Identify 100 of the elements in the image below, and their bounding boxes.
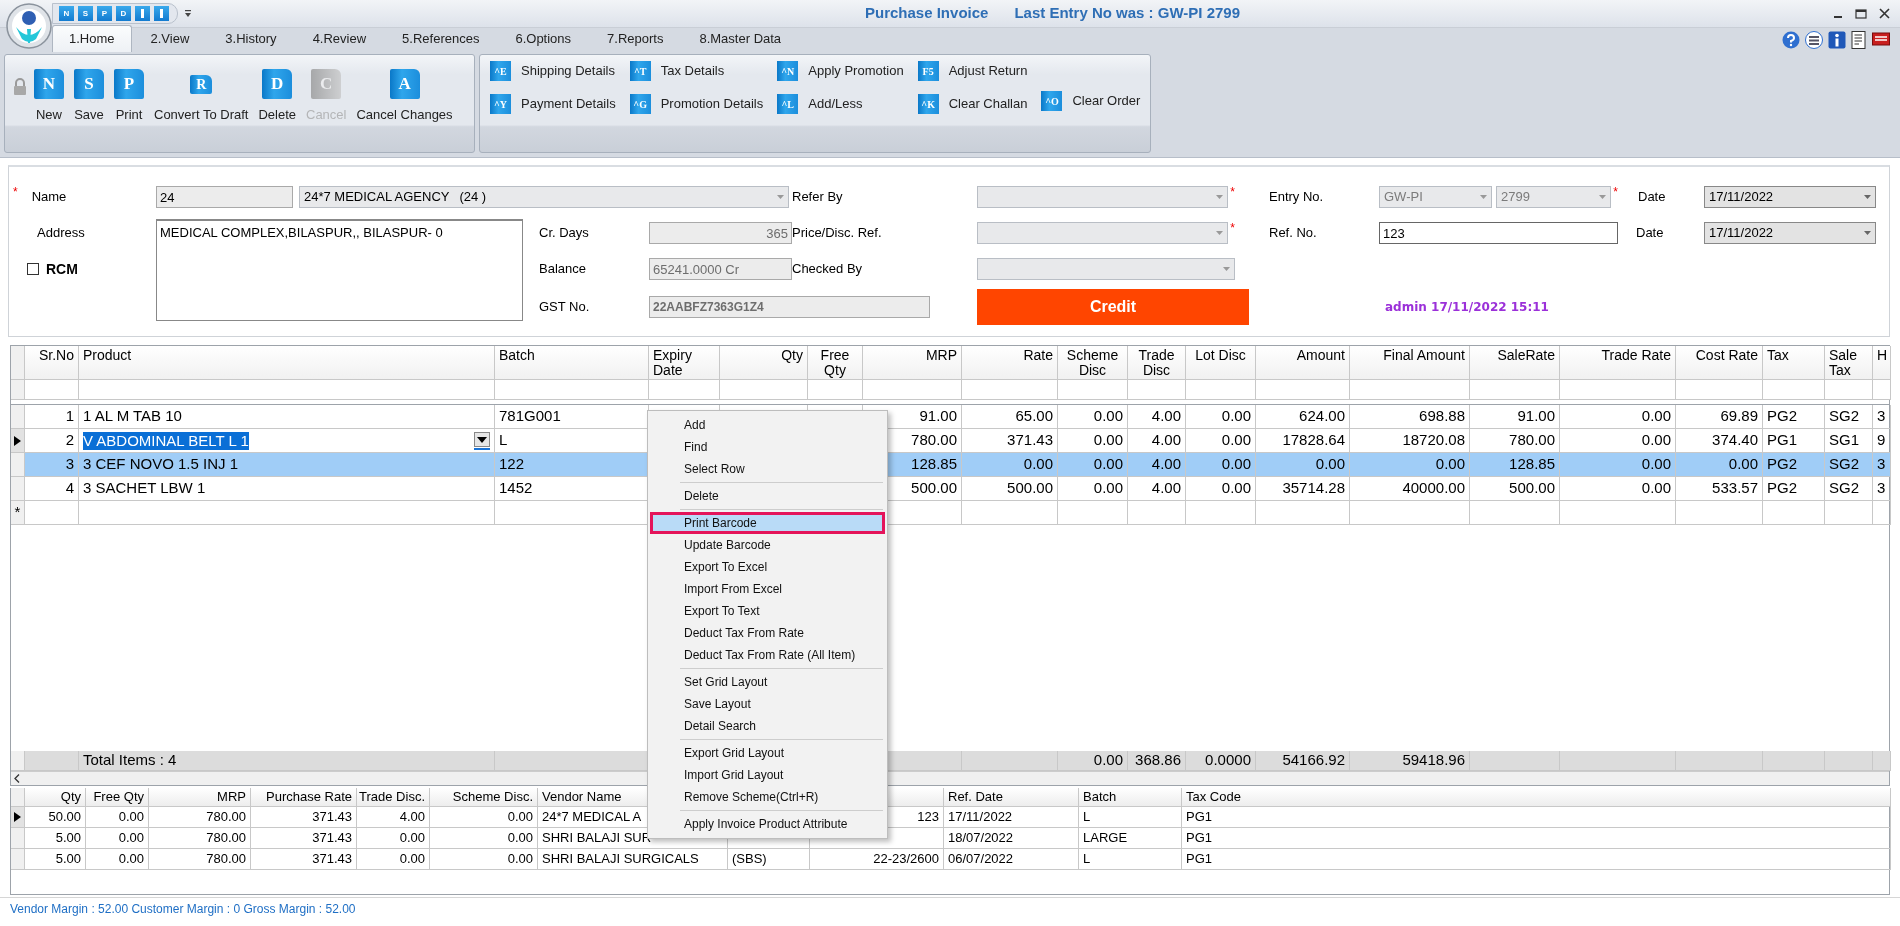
maximize-icon[interactable]: [1855, 8, 1867, 19]
name-combo[interactable]: 24*7 MEDICAL AGENCY (24 ): [299, 186, 789, 208]
gst-number-field[interactable]: 22AABFZ7363G1Z4: [649, 296, 930, 318]
info-icon[interactable]: [1828, 31, 1846, 49]
menu-item[interactable]: Export To Text: [650, 600, 885, 622]
menu-item[interactable]: Set Grid Layout: [650, 671, 885, 693]
close-icon[interactable]: [1879, 8, 1890, 19]
lock-icon[interactable]: [13, 78, 27, 95]
address-field[interactable]: MEDICAL COMPLEX,BILASPUR,, BILASPUR- 0: [156, 219, 523, 321]
ribbon-button[interactable]: S Save: [69, 69, 109, 125]
ref-number-field[interactable]: 123: [1379, 222, 1618, 244]
column-header[interactable]: Qty: [720, 346, 808, 380]
column-header[interactable]: Rate: [962, 346, 1058, 380]
column-header[interactable]: Sr.No: [25, 346, 79, 380]
ribbon-button[interactable]: P Print: [109, 69, 149, 125]
ribbon-button[interactable]: N New: [29, 69, 69, 125]
credit-days-field[interactable]: 365: [649, 222, 792, 244]
column-header[interactable]: Trade Rate: [1560, 346, 1676, 380]
menu-item[interactable]: Import Grid Layout: [650, 764, 885, 786]
column-header[interactable]: Trade Disc: [1128, 346, 1186, 380]
ribbon-button[interactable]: ^O Clear Order: [1041, 91, 1141, 111]
ribbon-tab[interactable]: 5.References: [385, 24, 497, 52]
refer-by-combo[interactable]: [977, 186, 1229, 208]
ribbon-tab[interactable]: 6.Options: [498, 24, 589, 52]
date-picker[interactable]: 17/11/2022: [1704, 186, 1876, 208]
current-row-icon: [14, 812, 21, 822]
menu-item[interactable]: Update Barcode: [650, 534, 885, 556]
row-header[interactable]: [11, 429, 25, 453]
column-header[interactable]: SaleRate: [1470, 346, 1560, 380]
quick-access-button[interactable]: [154, 6, 169, 21]
ribbon-tab[interactable]: 1.Home: [52, 24, 132, 52]
ribbon-button[interactable]: ^G Promotion Details: [629, 94, 764, 114]
menu-item[interactable]: Deduct Tax From Rate: [650, 622, 885, 644]
ribbon-button[interactable]: ^T Tax Details: [629, 61, 764, 81]
column-header[interactable]: Batch: [1079, 788, 1182, 807]
table-cell: PG2: [1763, 453, 1825, 477]
column-header[interactable]: Trade Disc.: [357, 788, 430, 807]
ribbon-tab[interactable]: 3.History: [208, 24, 294, 52]
menu-item[interactable]: Save Layout: [650, 693, 885, 715]
ribbon-button[interactable]: ^E Shipping Details: [490, 61, 616, 81]
menu-item[interactable]: Import From Excel: [650, 578, 885, 600]
menu-item[interactable]: Export To Excel: [650, 556, 885, 578]
code-field[interactable]: 24: [156, 186, 293, 208]
column-header[interactable]: Scheme Disc.: [430, 788, 538, 807]
menu-item[interactable]: Export Grid Layout: [650, 742, 885, 764]
table-cell: 1: [25, 405, 79, 429]
row-header[interactable]: [11, 807, 25, 828]
help-icon[interactable]: [1782, 31, 1800, 49]
ribbon-tab[interactable]: 7.Reports: [590, 24, 681, 52]
column-header[interactable]: Sale Tax: [1825, 346, 1873, 380]
column-header[interactable]: H: [1873, 346, 1891, 380]
ribbon-tab[interactable]: 8.Master Data: [682, 24, 799, 52]
ribbon-button[interactable]: ^L Add/Less: [777, 94, 904, 114]
ribbon-tab[interactable]: 2.View: [133, 24, 207, 52]
date-picker[interactable]: 17/11/2022: [1704, 222, 1876, 244]
checked-by-combo[interactable]: [977, 258, 1235, 280]
table-cell: 0.00: [86, 807, 149, 828]
column-header[interactable]: Tax: [1763, 346, 1825, 380]
column-header[interactable]: Cost Rate: [1676, 346, 1763, 380]
dropdown-button[interactable]: [474, 431, 490, 450]
quick-access-button[interactable]: [135, 6, 150, 21]
column-header[interactable]: Final Amount: [1350, 346, 1470, 380]
column-header[interactable]: Batch: [495, 346, 649, 380]
ribbon-button[interactable]: ^K Clear Challan: [917, 94, 1028, 114]
column-header[interactable]: Scheme Disc: [1058, 346, 1128, 380]
column-header[interactable]: MRP: [863, 346, 962, 380]
ribbon-button[interactable]: D Delete: [253, 69, 301, 125]
column-header[interactable]: MRP: [149, 788, 251, 807]
menu-item[interactable]: Print Barcode: [650, 512, 885, 534]
table-cell: 0.00: [430, 807, 538, 828]
exit-icon[interactable]: [1872, 31, 1890, 47]
ribbon-button[interactable]: F5 Adjust Return: [917, 61, 1028, 81]
customize-icon[interactable]: [184, 9, 192, 18]
ribbon-button[interactable]: A Cancel Changes: [351, 69, 458, 125]
document-icon[interactable]: [1851, 31, 1867, 49]
menu-item[interactable]: Detail Search: [650, 715, 885, 737]
entry-number-combo[interactable]: 2799: [1496, 186, 1612, 208]
table-cell: 4.00: [1128, 405, 1186, 429]
series-combo[interactable]: GW-PI: [1379, 186, 1492, 208]
column-header[interactable]: Lot Disc: [1186, 346, 1256, 380]
balance-field[interactable]: 65241.0000 Cr: [649, 258, 792, 280]
scroll-left-icon[interactable]: [14, 774, 20, 783]
column-header[interactable]: Purchase Rate: [251, 788, 357, 807]
ribbon-button[interactable]: ^Y Payment Details: [490, 94, 616, 114]
column-header[interactable]: Product: [79, 346, 495, 380]
column-header[interactable]: Ref. Date: [944, 788, 1079, 807]
column-header[interactable]: Amount: [1256, 346, 1350, 380]
price-ref-combo[interactable]: [977, 222, 1229, 244]
rcm-checkbox[interactable]: RCM: [27, 258, 78, 280]
column-header[interactable]: Free Qty: [808, 346, 863, 380]
column-header[interactable]: Free Qty: [86, 788, 149, 807]
column-header[interactable]: Tax Code: [1182, 788, 1891, 807]
product-combo[interactable]: V ABDOMINAL BELT L 1: [83, 429, 490, 452]
support-icon[interactable]: [1805, 31, 1823, 49]
ribbon-button[interactable]: R Convert To Draft: [149, 69, 254, 125]
menu-item[interactable]: Deduct Tax From Rate (All Item): [650, 644, 885, 666]
ribbon-tab[interactable]: 4.Review: [295, 24, 384, 52]
column-header[interactable]: Qty: [25, 788, 86, 807]
column-header[interactable]: Expiry Date: [649, 346, 720, 380]
ribbon-button[interactable]: ^N Apply Promotion: [777, 61, 904, 81]
